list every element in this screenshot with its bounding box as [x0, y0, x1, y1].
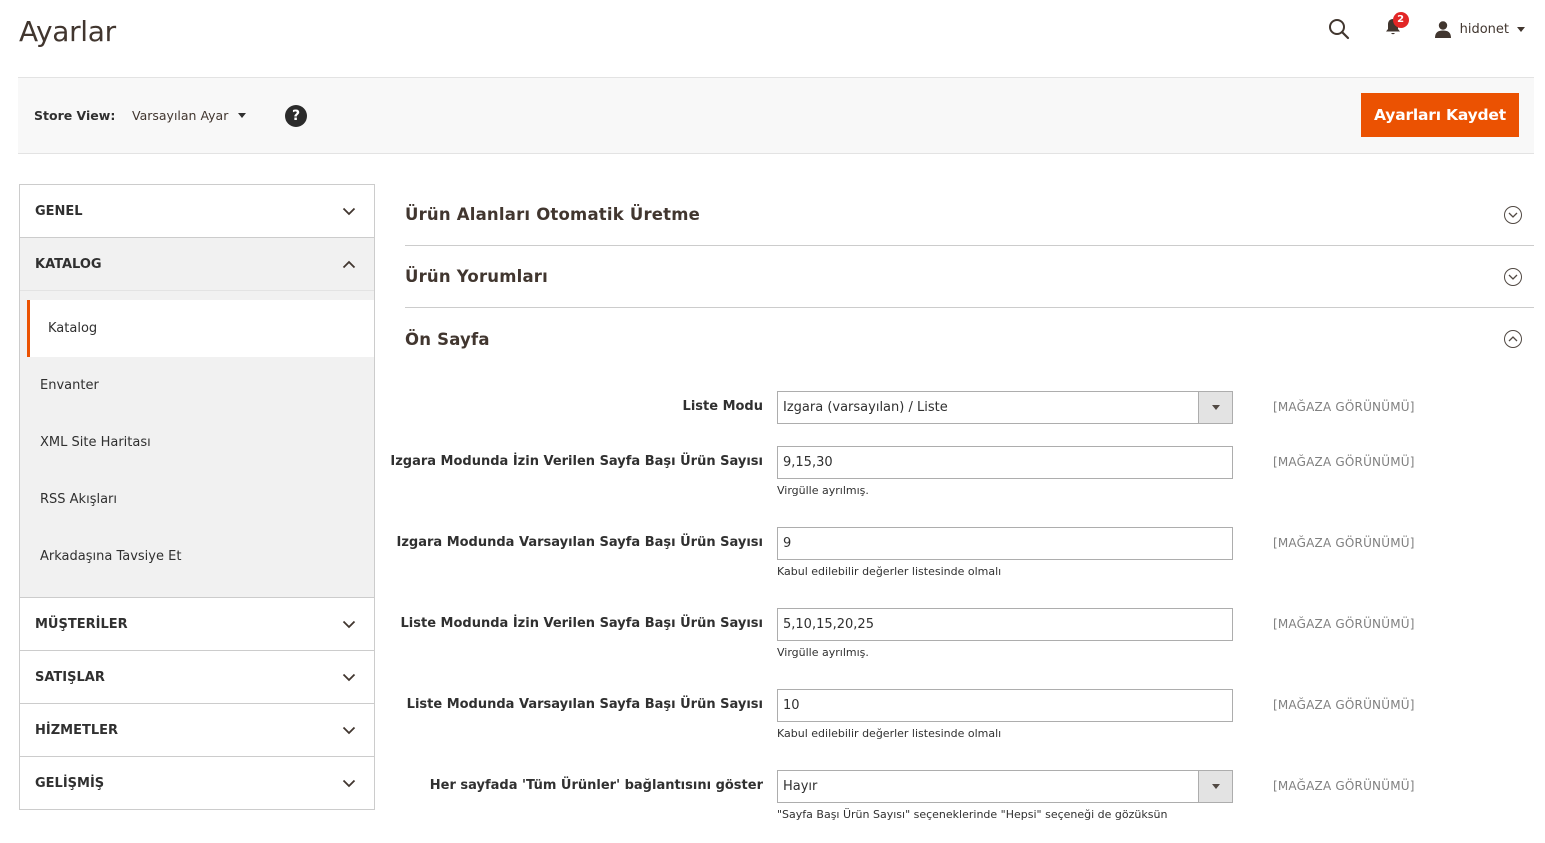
store-view-selected: Varsayılan Ayar	[132, 108, 229, 123]
field-label: Izgara Modunda İzin Verilen Sayfa Başı Ü…	[390, 454, 763, 469]
select-value: Izgara (varsayılan) / Liste	[783, 400, 948, 415]
sidebar-section-satislar[interactable]: SATIŞLAR	[20, 651, 374, 704]
field-note: Virgülle ayrılmış.	[777, 484, 869, 497]
sidebar-item-katalog[interactable]: Katalog	[27, 300, 374, 357]
scope-label: [MAĞAZA GÖRÜNÜMÜ]	[1273, 617, 1415, 631]
field-note: Virgülle ayrılmış.	[777, 646, 869, 659]
input-value: 9	[783, 536, 792, 551]
user-icon	[1434, 20, 1452, 38]
group-title: Ürün Alanları Otomatik Üretme	[405, 205, 701, 224]
username: hidonet	[1459, 21, 1509, 37]
izgara-izin-verilen-input[interactable]: 9,15,30	[777, 446, 1233, 479]
sidebar-item-envanter[interactable]: Envanter	[20, 357, 374, 414]
input-value: 5,10,15,20,25	[783, 617, 874, 632]
chevron-down-icon	[1517, 26, 1525, 32]
field-note: "Sayfa Başı Ürün Sayısı" seçeneklerinde …	[777, 808, 1168, 821]
user-menu[interactable]: hidonet	[1434, 20, 1525, 38]
chevron-down-icon	[340, 774, 358, 792]
sidebar-section-label: SATIŞLAR	[35, 669, 105, 685]
field-note: Kabul edilebilir değerler listesinde olm…	[777, 565, 1002, 578]
sidebar-section-gelismis[interactable]: GELİŞMİŞ	[20, 757, 374, 810]
group-title: Ürün Yorumları	[405, 267, 549, 286]
config-main: Ürün Alanları Otomatik Üretme Ürün Yorum…	[390, 184, 1534, 821]
sidebar-item-xml-site-haritasi[interactable]: XML Site Haritası	[20, 414, 374, 471]
sidebar-section-label: KATALOG	[35, 256, 102, 272]
sidebar-section-label: GELİŞMİŞ	[35, 775, 105, 791]
scope-label: [MAĞAZA GÖRÜNÜMÜ]	[1273, 779, 1415, 793]
sidebar-item-rss-akislari[interactable]: RSS Akışları	[20, 471, 374, 528]
scope-label: [MAĞAZA GÖRÜNÜMÜ]	[1273, 455, 1415, 469]
notification-count-badge: 2	[1392, 12, 1409, 28]
search-icon[interactable]	[1326, 16, 1352, 42]
save-config-button[interactable]: Ayarları Kaydet	[1361, 93, 1519, 137]
field-label: Liste Modunda Varsayılan Sayfa Başı Ürün…	[406, 697, 763, 712]
chevron-down-icon	[1198, 771, 1232, 802]
help-icon[interactable]: ?	[285, 105, 307, 127]
config-sidebar: GENEL KATALOG Katalog Envanter XML Site …	[19, 184, 375, 810]
scope-label: [MAĞAZA GÖRÜNÜMÜ]	[1273, 698, 1415, 712]
field-label: Her sayfada 'Tüm Ürünler' bağlantısını g…	[429, 778, 763, 793]
sidebar-katalog-items: Katalog Envanter XML Site Haritası RSS A…	[20, 291, 374, 598]
chevron-up-icon	[1504, 330, 1522, 348]
field-label: Liste Modunda İzin Verilen Sayfa Başı Ür…	[400, 616, 763, 631]
liste-varsayilan-input[interactable]: 10	[777, 689, 1233, 722]
sidebar-item-arkadasina-tavsiye-et[interactable]: Arkadaşına Tavsiye Et	[20, 528, 374, 585]
select-value: Hayır	[783, 779, 818, 794]
sidebar-section-label: MÜŞTERİLER	[35, 616, 128, 632]
header-actions: 2 hidonet	[1326, 12, 1525, 44]
izgara-varsayilan-input[interactable]: 9	[777, 527, 1233, 560]
chevron-down-icon	[1504, 267, 1522, 286]
chevron-down-icon	[340, 721, 358, 739]
chevron-down-icon	[340, 202, 358, 220]
chevron-down-icon	[340, 668, 358, 686]
group-on-sayfa[interactable]: Ön Sayfa	[405, 308, 1534, 370]
chevron-down-icon	[1198, 392, 1232, 423]
liste-izin-verilen-input[interactable]: 5,10,15,20,25	[777, 608, 1233, 641]
chevron-down-icon	[1504, 205, 1522, 224]
sidebar-section-musteriler[interactable]: MÜŞTERİLER	[20, 598, 374, 651]
sidebar-section-label: HİZMETLER	[35, 722, 119, 738]
store-view-bar: Store View: Varsayılan Ayar ? Ayarları K…	[18, 78, 1534, 154]
liste-modu-select[interactable]: Izgara (varsayılan) / Liste	[777, 391, 1233, 424]
tum-urunler-baglantisi-select[interactable]: Hayır	[777, 770, 1233, 803]
input-value: 9,15,30	[783, 455, 833, 470]
field-label: Liste Modu	[682, 399, 763, 414]
chevron-down-icon	[238, 113, 247, 118]
scope-label: [MAĞAZA GÖRÜNÜMÜ]	[1273, 400, 1415, 414]
group-urun-alanlari-otomatik-uretme[interactable]: Ürün Alanları Otomatik Üretme	[405, 184, 1534, 246]
chevron-up-icon	[340, 255, 358, 273]
store-view-label: Store View:	[34, 108, 116, 123]
sidebar-section-label: GENEL	[35, 203, 83, 219]
group-urun-yorumlari[interactable]: Ürün Yorumları	[405, 246, 1534, 308]
field-label: Izgara Modunda Varsayılan Sayfa Başı Ürü…	[396, 535, 764, 550]
sidebar-section-genel[interactable]: GENEL	[20, 185, 374, 238]
sidebar-section-hizmetler[interactable]: HİZMETLER	[20, 704, 374, 757]
sidebar-section-katalog[interactable]: KATALOG	[20, 238, 374, 291]
scope-label: [MAĞAZA GÖRÜNÜMÜ]	[1273, 536, 1415, 550]
store-view-switcher[interactable]: Varsayılan Ayar	[132, 108, 247, 123]
page-title: Ayarlar	[19, 15, 116, 48]
notifications-button[interactable]: 2	[1380, 12, 1409, 42]
group-title: Ön Sayfa	[405, 329, 490, 349]
chevron-down-icon	[340, 615, 358, 633]
input-value: 10	[783, 698, 800, 713]
field-note: Kabul edilebilir değerler listesinde olm…	[777, 727, 1002, 740]
